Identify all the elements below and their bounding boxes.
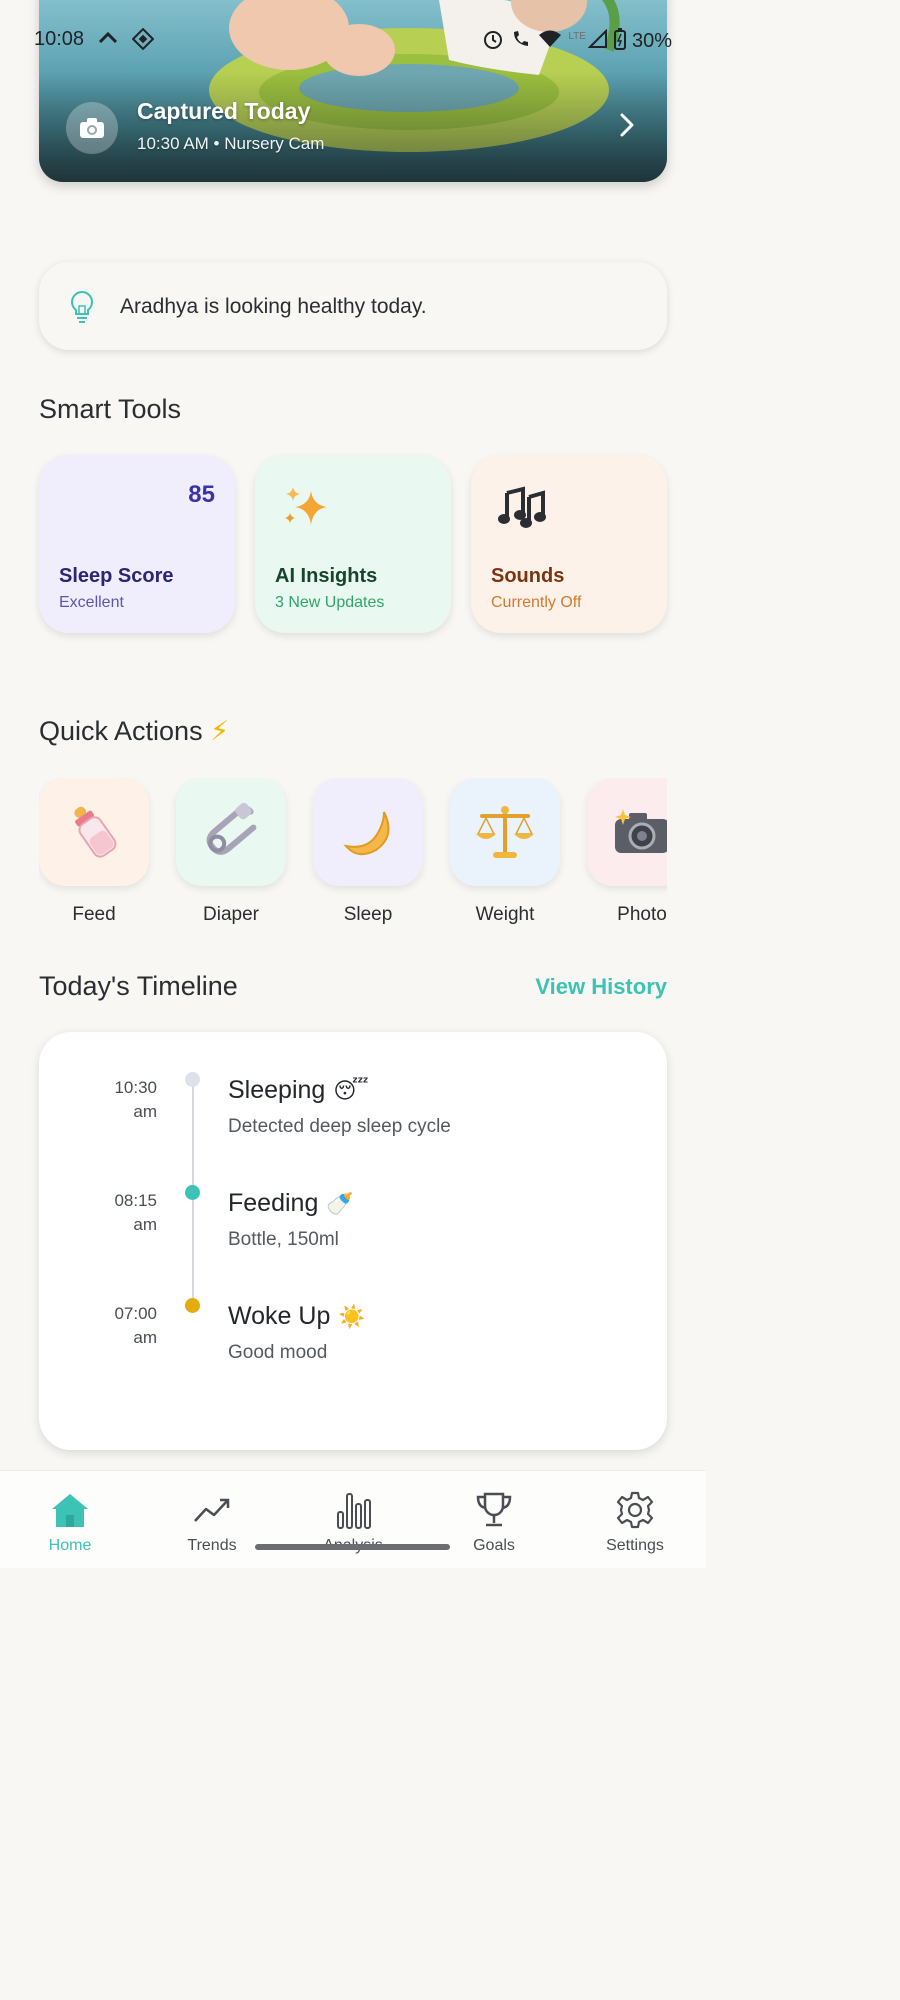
timeline-item[interactable]: 10:30 am Sleeping 😴 Detected deep sleep … bbox=[39, 1072, 667, 1176]
quick-action-weight[interactable]: Weight bbox=[450, 778, 560, 926]
trend-line-icon bbox=[157, 1489, 267, 1531]
status-bar: 10:08 LTE 30% bbox=[0, 24, 706, 54]
camera-flash-icon[interactable] bbox=[587, 778, 667, 886]
home-indicator[interactable] bbox=[255, 1544, 450, 1550]
quick-action-label: Feed bbox=[72, 904, 116, 925]
signal-icon bbox=[587, 28, 608, 54]
nav-label: Goals bbox=[473, 1537, 515, 1554]
lightning-icon: ⚡ bbox=[210, 716, 230, 746]
timeline-description: Detected deep sleep cycle bbox=[228, 1116, 451, 1137]
nav-trends[interactable]: Trends bbox=[157, 1489, 267, 1555]
timeline-description: Bottle, 150ml bbox=[228, 1229, 339, 1250]
baby-bottle-icon: 🍼 bbox=[326, 1190, 354, 1216]
timeline-item[interactable]: 07:00 am Woke Up ☀️ Good mood bbox=[39, 1298, 667, 1402]
call-icon bbox=[510, 28, 532, 55]
nav-settings[interactable]: Settings bbox=[580, 1489, 690, 1555]
network-type: LTE bbox=[568, 31, 586, 42]
quick-action-label: Diaper bbox=[203, 904, 259, 925]
home-icon bbox=[15, 1489, 125, 1531]
sleeping-face-icon: 😴 bbox=[333, 1077, 369, 1103]
sleep-score-card[interactable]: 85 Sleep Score Excellent bbox=[39, 455, 235, 633]
status-time: 10:08 bbox=[34, 28, 85, 50]
battery-icon bbox=[613, 28, 626, 55]
timeline-time-value: 07:00 bbox=[114, 1304, 157, 1323]
photo-title: Captured Today bbox=[137, 98, 311, 124]
sun-icon: ☀️ bbox=[338, 1303, 366, 1329]
tool-title: Sleep Score bbox=[59, 565, 174, 587]
gear-icon bbox=[580, 1489, 690, 1531]
safety-pin-icon[interactable] bbox=[176, 778, 286, 886]
timeline-time: 07:00 am bbox=[114, 1302, 157, 1350]
quick-actions-heading: Quick Actions ⚡ bbox=[39, 716, 229, 747]
bar-chart-icon bbox=[298, 1489, 408, 1531]
smart-tools-heading: Smart Tools bbox=[39, 394, 182, 424]
health-banner: Aradhya is looking healthy today. bbox=[39, 262, 667, 350]
timeline-time-ampm: am bbox=[133, 1215, 157, 1234]
timeline-title-text: Feeding bbox=[228, 1189, 319, 1217]
nav-label: Trends bbox=[187, 1537, 237, 1554]
timeline-description: Good mood bbox=[228, 1342, 328, 1363]
timeline-item[interactable]: 08:15 am Feeding 🍼 Bottle, 150ml bbox=[39, 1185, 667, 1289]
balance-scale-icon[interactable] bbox=[450, 778, 560, 886]
chevron-up-icon bbox=[98, 30, 118, 49]
timeline-time: 08:15 am bbox=[114, 1189, 157, 1237]
health-message: Aradhya is looking healthy today. bbox=[120, 295, 427, 318]
alarm-icon bbox=[482, 28, 504, 55]
app-notification-icon bbox=[131, 27, 155, 55]
quick-action-sleep[interactable]: Sleep bbox=[313, 778, 423, 926]
music-notes-icon bbox=[497, 485, 547, 536]
timeline-card: 10:30 am Sleeping 😴 Detected deep sleep … bbox=[39, 1032, 667, 1450]
tool-subtitle: Currently Off bbox=[491, 594, 582, 611]
timeline-time-value: 08:15 bbox=[114, 1191, 157, 1210]
timeline-heading: Today's Timeline bbox=[39, 971, 238, 1001]
timeline-dot bbox=[185, 1185, 200, 1200]
nav-label: Home bbox=[48, 1537, 92, 1554]
nav-goals[interactable]: Goals bbox=[439, 1489, 549, 1555]
tool-subtitle: 3 New Updates bbox=[275, 594, 385, 611]
timeline-title-text: Woke Up bbox=[228, 1302, 331, 1330]
baby-bottle-icon[interactable] bbox=[39, 778, 149, 886]
timeline-title-text: Sleeping bbox=[228, 1076, 326, 1104]
camera-icon bbox=[66, 102, 118, 154]
sleep-score-value: 85 bbox=[188, 481, 215, 508]
timeline-time-ampm: am bbox=[133, 1102, 157, 1121]
trophy-icon bbox=[439, 1489, 549, 1531]
wifi-icon bbox=[538, 29, 562, 54]
timeline-time: 10:30 am bbox=[114, 1076, 157, 1124]
quick-actions-row[interactable]: Feed Diaper Sleep Weight Photo bbox=[39, 778, 667, 938]
tool-title: AI Insights bbox=[275, 565, 378, 587]
view-history-link[interactable]: View History bbox=[535, 974, 667, 1000]
timeline-time-value: 10:30 bbox=[114, 1078, 157, 1097]
quick-action-label: Sleep bbox=[343, 904, 393, 925]
nav-label: Settings bbox=[606, 1537, 664, 1554]
timeline-time-ampm: am bbox=[133, 1328, 157, 1347]
photo-subtitle: 10:30 AM • Nursery Cam bbox=[137, 134, 325, 153]
timeline-dot bbox=[185, 1298, 200, 1313]
timeline-title: Sleeping 😴 bbox=[228, 1076, 369, 1105]
quick-actions-heading-text: Quick Actions bbox=[39, 716, 203, 746]
timeline-title: Feeding 🍼 bbox=[228, 1189, 354, 1218]
sparkles-icon bbox=[281, 485, 333, 536]
tool-title: Sounds bbox=[491, 565, 565, 587]
battery-percent: 30% bbox=[631, 30, 672, 52]
tool-subtitle: Excellent bbox=[59, 594, 124, 611]
nav-home[interactable]: Home bbox=[15, 1489, 125, 1555]
quick-action-photo[interactable]: Photo bbox=[587, 778, 667, 926]
ai-insights-card[interactable]: AI Insights 3 New Updates bbox=[255, 455, 451, 633]
crescent-moon-icon[interactable] bbox=[313, 778, 423, 886]
quick-action-feed[interactable]: Feed bbox=[39, 778, 149, 926]
timeline-title: Woke Up ☀️ bbox=[228, 1302, 366, 1331]
sounds-card[interactable]: Sounds Currently Off bbox=[471, 455, 667, 633]
bottom-nav: Home Trends Analysis Goals Settings bbox=[0, 1470, 706, 1568]
quick-action-label: Photo bbox=[617, 904, 667, 925]
quick-action-diaper[interactable]: Diaper bbox=[176, 778, 286, 926]
lightbulb-icon bbox=[69, 290, 95, 329]
timeline-dot bbox=[185, 1072, 200, 1087]
quick-action-label: Weight bbox=[475, 904, 535, 925]
chevron-right-icon[interactable] bbox=[619, 112, 635, 143]
